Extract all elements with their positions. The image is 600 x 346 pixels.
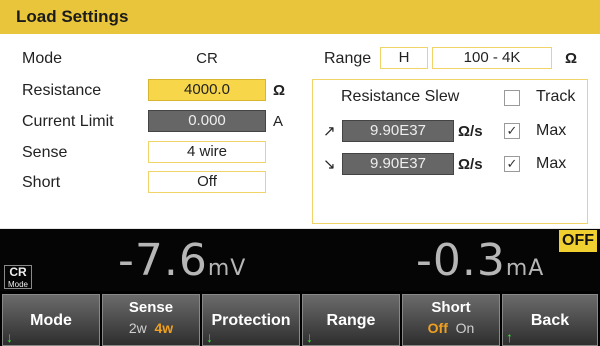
protection-softkey[interactable]: Protection ↓	[202, 294, 300, 346]
short-option-off: Off	[427, 320, 448, 336]
rise-max-checkbox[interactable]: ✓	[504, 123, 520, 139]
current-readout: -0.3mA	[416, 235, 544, 286]
page-title: Load Settings	[16, 7, 129, 26]
mode-value: CR	[196, 50, 218, 67]
load-settings-screen: Load Settings Mode CR Resistance 4000.0 …	[0, 0, 600, 346]
sense-label: Sense	[22, 144, 68, 161]
arrow-down-icon: ↓	[306, 329, 313, 345]
fall-max-label: Max	[536, 155, 567, 172]
arrow-down-right-icon: ↘	[323, 156, 336, 173]
current-limit-unit: A	[273, 113, 284, 130]
range-softkey[interactable]: Range ↓	[302, 294, 400, 346]
mode-label: Mode	[22, 50, 63, 67]
sense-softkey-label: Sense	[128, 299, 174, 316]
voltage-value: -7.6	[118, 235, 208, 286]
protection-softkey-label: Protection	[211, 312, 291, 329]
voltage-unit: mV	[207, 256, 247, 281]
slew-rise-field[interactable]: 9.90E37	[342, 120, 454, 142]
mode-tag-text: CR	[9, 265, 27, 279]
slew-title: Resistance Slew	[341, 88, 460, 105]
slew-fall-unit: Ω/s	[458, 156, 483, 173]
current-limit-field[interactable]: 0.000	[148, 110, 266, 132]
resistance-label: Resistance	[22, 82, 102, 99]
range-unit: Ω	[565, 50, 578, 67]
range-level-field[interactable]: H	[380, 47, 428, 69]
mode-softkey[interactable]: Mode ↓	[2, 294, 100, 346]
current-unit: mA	[505, 256, 545, 281]
settings-panel: Mode CR Resistance 4000.0 Ω Current Limi…	[0, 34, 600, 229]
short-label: Short	[22, 174, 61, 191]
range-span-field[interactable]: 100 - 4K	[432, 47, 552, 69]
arrow-up-right-icon: ↗	[323, 123, 336, 140]
output-state-badge: OFF	[559, 230, 597, 252]
slew-fall-field[interactable]: 9.90E37	[342, 153, 454, 175]
arrow-down-icon: ↓	[6, 329, 13, 345]
softkey-bar: Mode ↓ Sense 2w 4w Protection ↓ Range ↓ …	[0, 291, 600, 346]
slew-rise-unit: Ω/s	[458, 123, 483, 140]
short-softkey-label: Short	[431, 299, 471, 316]
resistance-field[interactable]: 4000.0	[148, 79, 266, 101]
sense-field[interactable]: 4 wire	[148, 141, 266, 163]
track-checkbox[interactable]	[504, 90, 520, 106]
arrow-up-icon: ↑	[506, 329, 513, 345]
range-label: Range	[324, 50, 372, 67]
mode-tag: CR Mode	[4, 265, 32, 289]
measurement-bar: CR Mode -7.6mV -0.3mA OFF	[0, 229, 600, 291]
short-softkey-options: Off On	[403, 320, 499, 336]
voltage-readout: -7.6mV	[118, 235, 246, 286]
mode-tag-subtext: Mode	[7, 280, 28, 289]
sense-softkey-options: 2w 4w	[103, 320, 199, 336]
current-value: -0.3	[416, 235, 506, 286]
resistance-unit: Ω	[273, 82, 286, 99]
title-bar: Load Settings	[0, 0, 600, 34]
back-softkey[interactable]: Back ↑	[502, 294, 598, 346]
short-option-on: On	[455, 320, 475, 336]
rise-max-label: Max	[536, 122, 567, 139]
current-limit-label: Current Limit	[22, 113, 114, 130]
sense-option-4w: 4w	[154, 320, 174, 336]
short-field[interactable]: Off	[148, 171, 266, 193]
sense-option-2w: 2w	[128, 320, 147, 336]
short-softkey[interactable]: Short Off On	[402, 294, 500, 346]
track-label: Track	[536, 88, 576, 105]
back-softkey-label: Back	[530, 312, 570, 329]
mode-softkey-label: Mode	[30, 312, 72, 329]
fall-max-checkbox[interactable]: ✓	[504, 156, 520, 172]
sense-softkey[interactable]: Sense 2w 4w	[102, 294, 200, 346]
arrow-down-icon: ↓	[206, 329, 213, 345]
range-softkey-label: Range	[326, 312, 376, 329]
